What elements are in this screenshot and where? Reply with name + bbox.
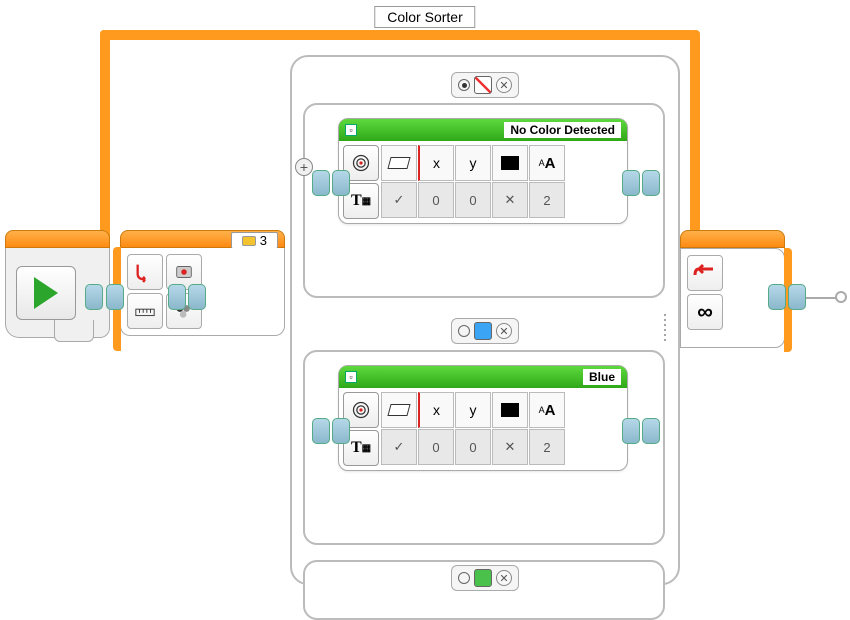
play-button[interactable] bbox=[16, 266, 76, 320]
x-param-label: x bbox=[418, 392, 454, 428]
connector[interactable] bbox=[168, 284, 186, 310]
remove-case-button[interactable]: ✕ bbox=[496, 570, 512, 586]
connector[interactable] bbox=[622, 418, 640, 444]
switch-mode-button[interactable] bbox=[127, 254, 163, 290]
display-text-field[interactable]: No Color Detected bbox=[504, 122, 621, 138]
connector[interactable] bbox=[312, 418, 330, 444]
color-param-label bbox=[492, 145, 528, 181]
font-value[interactable]: 2 bbox=[529, 429, 565, 465]
clear-screen-param[interactable] bbox=[381, 145, 417, 181]
x-param-label: x bbox=[418, 145, 454, 181]
case-header-green[interactable]: ✕ bbox=[451, 565, 519, 591]
program-title: Color Sorter bbox=[374, 6, 475, 28]
sequence-wire-top bbox=[100, 30, 695, 40]
font-param-label: AA bbox=[529, 145, 565, 181]
display-block-blue[interactable]: ▫ Blue T▦ x y AA ✓ 0 0 ✕ 2 bbox=[338, 365, 628, 471]
color-value[interactable]: ✕ bbox=[492, 429, 528, 465]
color-param-label bbox=[492, 392, 528, 428]
color-swatch-nocolor[interactable] bbox=[474, 76, 492, 94]
connector[interactable] bbox=[642, 170, 660, 196]
connector[interactable] bbox=[622, 170, 640, 196]
connector[interactable] bbox=[642, 418, 660, 444]
connector[interactable] bbox=[312, 170, 330, 196]
color-value[interactable]: ✕ bbox=[492, 182, 528, 218]
case-header-blue[interactable]: ✕ bbox=[451, 318, 519, 344]
sequence-wire-left bbox=[100, 30, 110, 245]
clear-screen-value[interactable]: ✓ bbox=[381, 182, 417, 218]
x-value[interactable]: 0 bbox=[418, 182, 454, 218]
default-case-radio[interactable] bbox=[458, 572, 470, 584]
y-value[interactable]: 0 bbox=[455, 182, 491, 218]
expand-icon[interactable]: ▫ bbox=[345, 124, 357, 136]
connector[interactable] bbox=[188, 284, 206, 310]
y-param-label: y bbox=[455, 145, 491, 181]
loop-condition-button[interactable]: ∞ bbox=[687, 294, 723, 330]
x-value[interactable]: 0 bbox=[418, 429, 454, 465]
color-swatch-green[interactable] bbox=[474, 569, 492, 587]
case-header-nocolor[interactable]: ✕ bbox=[451, 72, 519, 98]
default-case-radio[interactable] bbox=[458, 325, 470, 337]
beam-end-node[interactable] bbox=[835, 291, 847, 303]
connector[interactable] bbox=[106, 284, 124, 310]
font-param-label: AA bbox=[529, 392, 565, 428]
loop-restart-icon[interactable] bbox=[687, 255, 723, 291]
color-swatch-blue[interactable] bbox=[474, 322, 492, 340]
clear-screen-value[interactable]: ✓ bbox=[381, 429, 417, 465]
port-selector[interactable]: 3 bbox=[231, 232, 278, 249]
port-value: 3 bbox=[260, 233, 267, 248]
remove-case-button[interactable]: ✕ bbox=[496, 77, 512, 93]
port-icon bbox=[242, 236, 256, 246]
y-param-label: y bbox=[455, 392, 491, 428]
connector[interactable] bbox=[332, 418, 350, 444]
display-text-field[interactable]: Blue bbox=[583, 369, 621, 385]
display-block-nocolor[interactable]: ▫ No Color Detected T▦ x y AA ✓ 0 0 bbox=[338, 118, 628, 224]
resize-handle[interactable] bbox=[660, 312, 670, 342]
loop-end-header bbox=[680, 230, 785, 248]
default-case-radio[interactable] bbox=[458, 79, 470, 91]
measure-mode-button[interactable] bbox=[127, 293, 163, 329]
expand-icon[interactable]: ▫ bbox=[345, 371, 357, 383]
font-value[interactable]: 2 bbox=[529, 182, 565, 218]
y-value[interactable]: 0 bbox=[455, 429, 491, 465]
loop-header: 3 bbox=[120, 230, 285, 248]
connector[interactable] bbox=[85, 284, 103, 310]
add-case-button[interactable]: + bbox=[295, 158, 313, 176]
play-icon bbox=[34, 277, 58, 309]
clear-screen-param[interactable] bbox=[381, 392, 417, 428]
connector[interactable] bbox=[768, 284, 786, 310]
start-block-tab bbox=[54, 320, 94, 342]
sequence-wire-right bbox=[690, 30, 700, 245]
connector[interactable] bbox=[332, 170, 350, 196]
start-block-header bbox=[5, 230, 110, 248]
remove-case-button[interactable]: ✕ bbox=[496, 323, 512, 339]
connector[interactable] bbox=[788, 284, 806, 310]
